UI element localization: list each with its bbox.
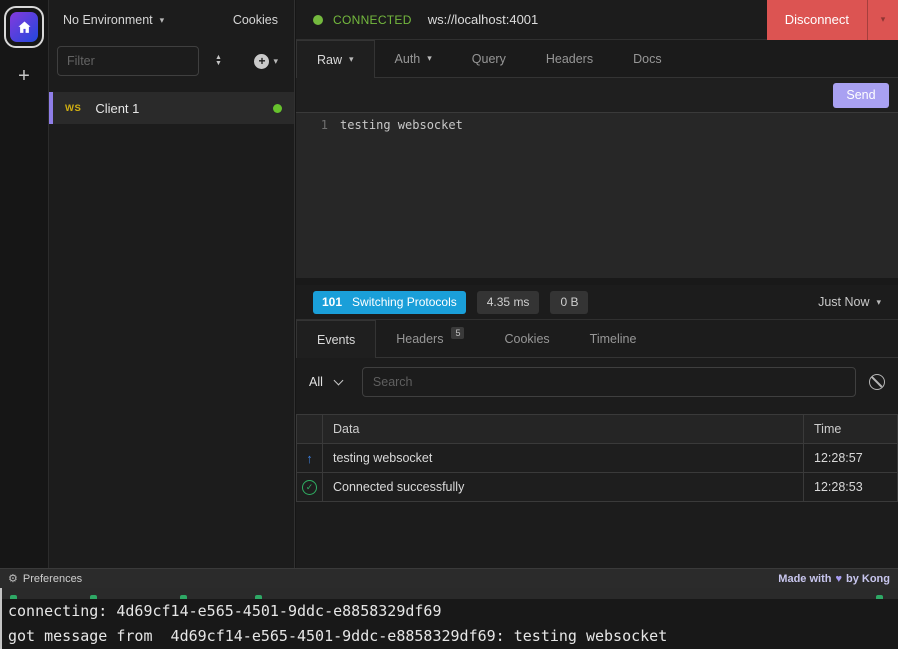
size-badge: 0 B xyxy=(550,291,588,314)
response-history-dropdown[interactable]: Just Now ▾ xyxy=(818,295,881,309)
heart-icon: ♥ xyxy=(835,573,842,585)
sidebar: No Environment ▾ Cookies ▲ ▼ + ▾ WS Clie… xyxy=(48,0,295,568)
preferences-label: Preferences xyxy=(23,573,82,585)
events-table-header: Data Time xyxy=(297,415,898,444)
duration-badge: 4.35 ms xyxy=(477,291,540,314)
terminal-line: connecting: 4d69cf14-e565-4501-9ddc-e885… xyxy=(2,599,898,624)
url-bar: CONNECTED ws://localhost:4001 Disconnect… xyxy=(296,0,898,40)
events-table: Data Time ↑ testing websocket 12:28:57 ✓… xyxy=(296,414,898,502)
sidebar-filter-row: ▲ ▼ + ▾ xyxy=(49,40,294,82)
clipped-text-fragment xyxy=(180,595,187,599)
request-name: Client 1 xyxy=(95,101,139,116)
tab-headers[interactable]: Headers xyxy=(526,40,613,77)
pane-splitter[interactable] xyxy=(296,278,898,285)
tab-docs[interactable]: Docs xyxy=(613,40,681,77)
create-request-button[interactable]: + ▾ xyxy=(254,54,278,69)
event-type-select[interactable]: All xyxy=(309,375,342,389)
preferences-button[interactable]: ⚙ Preferences xyxy=(8,572,82,585)
disconnect-dropdown-button[interactable]: ▾ xyxy=(867,0,898,40)
disconnect-button[interactable]: Disconnect xyxy=(767,0,867,40)
tab-query[interactable]: Query xyxy=(452,40,526,77)
event-data: Connected successfully xyxy=(323,473,804,502)
event-time: 12:28:53 xyxy=(804,473,898,502)
chevron-down-icon: ▾ xyxy=(876,298,881,307)
event-type-selected: All xyxy=(309,375,323,389)
sidebar-header: No Environment ▾ Cookies xyxy=(49,0,294,40)
headers-count-badge: 5 xyxy=(451,327,464,339)
chevron-down-icon: ▾ xyxy=(160,16,165,25)
send-button[interactable]: Send xyxy=(833,83,889,108)
gear-icon: ⚙ xyxy=(8,572,18,585)
status-badge: 101 Switching Protocols xyxy=(313,291,466,314)
home-button[interactable] xyxy=(4,6,44,48)
line-number: 1 xyxy=(296,118,340,132)
payload-text: testing websocket xyxy=(340,118,463,132)
terminal-line: got message from 4d69cf14-e565-4501-9ddc… xyxy=(2,624,898,649)
activity-bar: + xyxy=(0,0,48,568)
event-search-input[interactable] xyxy=(362,367,856,397)
icon-column-header xyxy=(297,415,323,444)
request-method-badge: WS xyxy=(65,103,81,114)
status-reason: Switching Protocols xyxy=(352,295,457,309)
data-column-header: Data xyxy=(323,415,804,444)
chevron-down-icon xyxy=(333,375,343,385)
status-footer: ⚙ Preferences Made with ♥ by Kong xyxy=(0,568,898,588)
time-column-header: Time xyxy=(804,415,898,444)
terminal-window[interactable]: connecting: 4d69cf14-e565-4501-9ddc-e885… xyxy=(0,588,898,649)
connection-status: CONNECTED xyxy=(333,13,412,27)
chevron-down-icon: ▾ xyxy=(881,15,886,24)
cookies-button[interactable]: Cookies xyxy=(233,13,280,27)
clear-events-icon[interactable] xyxy=(869,374,885,390)
send-row: Send xyxy=(296,78,898,112)
table-row[interactable]: ✓ Connected successfully 12:28:53 xyxy=(297,473,898,502)
filter-input[interactable] xyxy=(57,46,199,76)
plus-circle-icon: + xyxy=(254,54,269,69)
environment-label: No Environment xyxy=(63,13,153,27)
websocket-url[interactable]: ws://localhost:4001 xyxy=(428,12,539,27)
event-filter-row: All xyxy=(296,358,898,406)
tab-response-headers[interactable]: Headers5 xyxy=(376,320,484,357)
sidebar-item-client-1[interactable]: WS Client 1 xyxy=(49,92,294,124)
clipped-text-fragment xyxy=(255,595,262,599)
tab-auth[interactable]: Auth ▾ xyxy=(375,40,452,77)
tab-timeline[interactable]: Timeline xyxy=(570,320,657,357)
clipped-text-fragment xyxy=(876,595,883,599)
tab-events[interactable]: Events xyxy=(296,320,376,358)
request-tabs: Raw ▾ Auth ▾ Query Headers Docs xyxy=(296,40,898,78)
environment-selector[interactable]: No Environment ▾ xyxy=(63,13,164,27)
kong-credit: Made with ♥ by Kong xyxy=(778,573,890,585)
table-row[interactable]: ↑ testing websocket 12:28:57 xyxy=(297,444,898,473)
check-circle-icon: ✓ xyxy=(302,480,317,495)
clipped-text-fragment xyxy=(90,595,97,599)
editor-line: 1 testing websocket xyxy=(296,113,898,132)
clipped-text-fragment xyxy=(10,595,17,599)
chevron-down-icon: ▾ xyxy=(427,54,432,63)
chevron-down-icon: ▾ xyxy=(273,57,278,66)
connected-dot-icon xyxy=(273,104,282,113)
response-tabs: Events Headers5 Cookies Timeline xyxy=(296,320,898,358)
main-pane: CONNECTED ws://localhost:4001 Disconnect… xyxy=(296,0,898,568)
connection-dot-icon xyxy=(313,15,323,25)
terminal-clipped-line xyxy=(2,588,898,599)
event-time: 12:28:57 xyxy=(804,444,898,473)
response-age: Just Now xyxy=(818,295,869,309)
tab-response-cookies[interactable]: Cookies xyxy=(484,320,569,357)
sort-icon[interactable]: ▲ ▼ xyxy=(215,55,222,67)
event-data: testing websocket xyxy=(323,444,804,473)
payload-editor[interactable]: 1 testing websocket xyxy=(296,112,898,278)
response-status-bar: 101 Switching Protocols 4.35 ms 0 B Just… xyxy=(296,285,898,320)
tab-raw[interactable]: Raw ▾ xyxy=(296,40,375,78)
disconnect-button-group: Disconnect ▾ xyxy=(767,0,898,40)
status-code: 101 xyxy=(322,295,342,309)
chevron-down-icon: ▾ xyxy=(349,55,354,64)
message-sent-icon: ↑ xyxy=(306,451,313,466)
new-project-button[interactable]: + xyxy=(18,66,30,86)
home-icon xyxy=(10,12,38,42)
